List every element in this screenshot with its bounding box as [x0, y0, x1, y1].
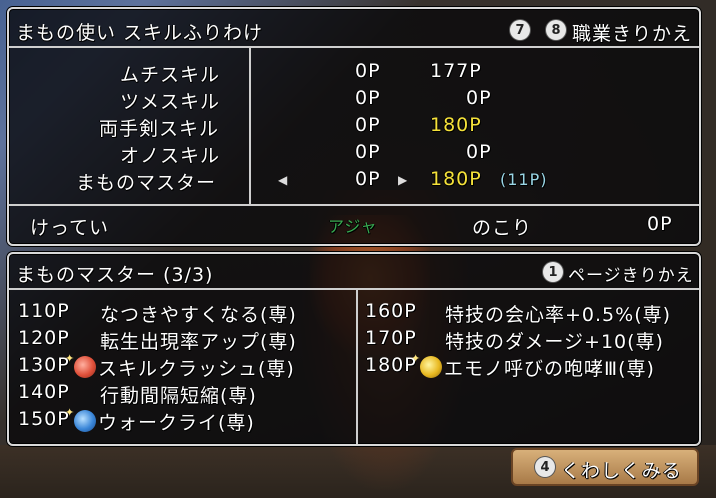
increase-arrow-icon[interactable]: ▶ — [398, 173, 407, 187]
skill-name: 両手剣スキル — [99, 118, 220, 140]
button-1-badge[interactable]: 1 — [543, 262, 563, 282]
job-change-button[interactable]: 職業きりかえ — [572, 19, 692, 46]
panel-title: まもの使い スキルふりわけ — [16, 22, 264, 44]
war-cry-icon — [74, 410, 96, 432]
entry-points: 130P — [18, 354, 70, 376]
entry-name: なつきやすくなる(専) — [100, 304, 297, 326]
button-7-badge[interactable]: 7 — [510, 20, 530, 40]
details-button[interactable]: 4 くわしくみる — [511, 448, 699, 486]
skill-points: 0P — [355, 114, 381, 136]
skill-points: 0P — [355, 60, 381, 82]
entry-points: 180P — [365, 354, 417, 376]
character-name: アジャ — [328, 217, 378, 236]
master-column-divider — [356, 288, 358, 444]
page-switch-button[interactable]: ページきりかえ — [568, 261, 694, 286]
entry-points: 110P — [18, 300, 70, 322]
entry-name: 特技の会心率+0.5%(専) — [445, 304, 672, 326]
entry-points: 150P — [18, 408, 70, 430]
entry-points: 160P — [365, 300, 417, 322]
skill-name: ムチスキル — [120, 64, 221, 86]
skill-points: 0P — [355, 141, 381, 163]
skill-points: 0P — [355, 168, 381, 190]
entry-name: 転生出現率アップ(専) — [100, 331, 297, 353]
confirm-divider — [9, 204, 699, 206]
emono-roar-icon — [420, 356, 442, 378]
sparkle-icon: ✦ — [411, 352, 421, 365]
skill-name: ツメスキル — [120, 91, 221, 113]
decrease-arrow-icon[interactable]: ◀ — [278, 173, 287, 187]
master-header-divider — [9, 288, 699, 290]
header-divider — [9, 46, 699, 48]
skill-total: 180P — [430, 114, 482, 136]
entry-points: 120P — [18, 327, 70, 349]
sparkle-icon: ✦ — [65, 352, 75, 365]
skill-column-divider — [249, 46, 251, 204]
master-panel-title: まものマスター (3/3) — [16, 264, 214, 286]
skill-total: 0P — [466, 141, 492, 163]
entry-name: 行動間隔短縮(専) — [100, 385, 257, 407]
skill-name: オノスキル — [120, 145, 221, 167]
skill-total: 180P — [430, 168, 482, 190]
button-4-badge: 4 — [535, 457, 555, 477]
details-label: くわしくみる — [561, 460, 682, 482]
button-8-badge[interactable]: 8 — [546, 20, 566, 40]
remaining-label: のこり — [472, 217, 533, 239]
skill-name: まものマスター — [76, 172, 217, 194]
skill-extra: (11P) — [500, 170, 548, 189]
entry-name: 特技のダメージ+10(専) — [445, 331, 664, 353]
entry-name: エモノ呼びの咆哮Ⅲ(専) — [444, 358, 655, 380]
confirm-button[interactable]: けってい — [30, 213, 109, 240]
remaining-value: 0P — [647, 213, 673, 235]
skill-total: 0P — [466, 87, 492, 109]
skill-points: 0P — [355, 87, 381, 109]
skill-total: 177P — [430, 60, 482, 82]
entry-points: 170P — [365, 327, 417, 349]
entry-name: スキルクラッシュ(専) — [98, 358, 295, 380]
sparkle-icon: ✦ — [65, 406, 75, 419]
entry-points: 140P — [18, 381, 70, 403]
entry-name: ウォークライ(専) — [98, 412, 255, 434]
skill-crash-icon — [74, 356, 96, 378]
